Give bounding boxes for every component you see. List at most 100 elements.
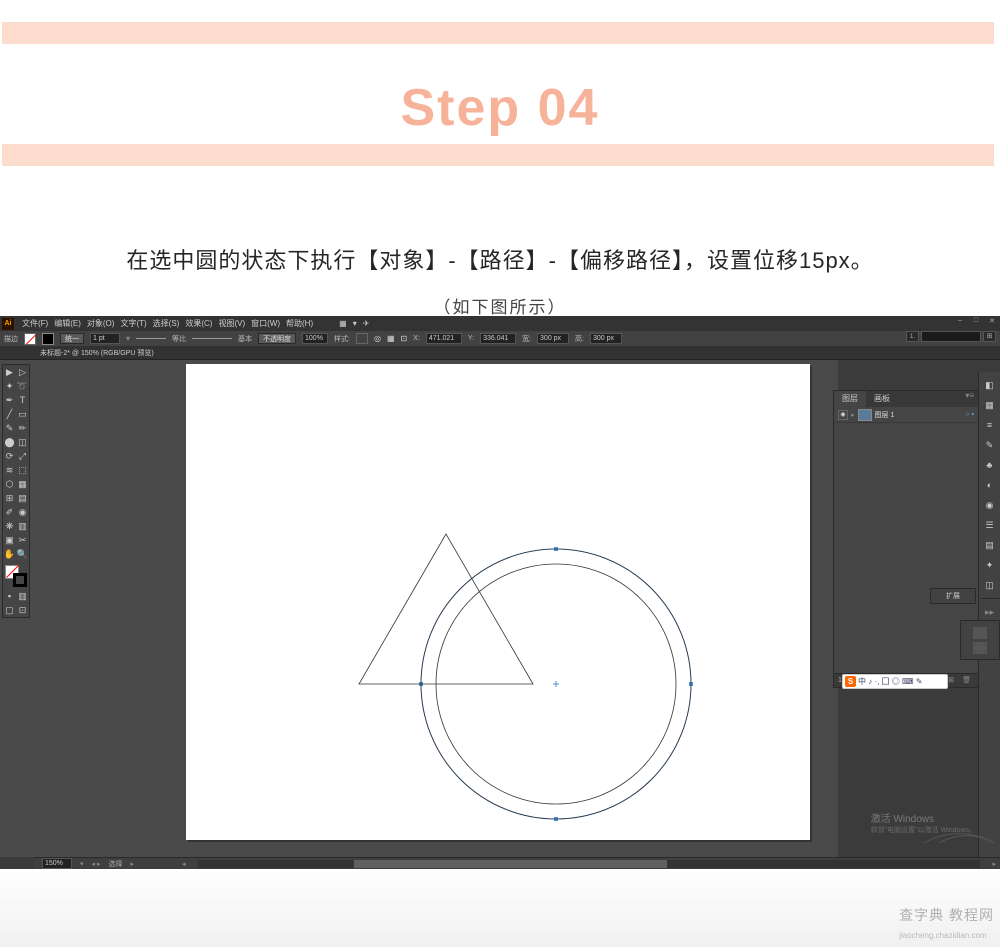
target-indicator-icon[interactable]: ○ ▪ — [965, 411, 974, 418]
menu-type[interactable]: 文字(T) — [120, 318, 146, 329]
transform-icon[interactable]: ▦ — [387, 334, 395, 343]
layer-name-label[interactable]: 图层 1 — [875, 410, 895, 420]
collapse-panel-icon[interactable]: ▸▸ — [983, 605, 997, 619]
pen-tool-icon[interactable]: ✒ — [3, 393, 16, 407]
menu-window[interactable]: 窗口(W) — [251, 318, 280, 329]
appearance-panel-icon[interactable]: ◉ — [983, 498, 997, 512]
artboard[interactable] — [186, 364, 810, 840]
brush-preview[interactable] — [136, 338, 166, 339]
maximize-button[interactable]: □ — [968, 316, 984, 326]
ime-toolbar[interactable]: S 中 ♪ ·, 囗 ◎ ⌨ ✎ — [842, 674, 948, 689]
gradient-mode-icon[interactable]: ▥ — [16, 589, 29, 603]
rotate-tool-icon[interactable]: ⟳ — [3, 449, 16, 463]
eraser-tool-icon[interactable]: ◫ — [16, 435, 29, 449]
reference-point-icon[interactable]: ⊡ — [401, 334, 408, 343]
blob-brush-tool-icon[interactable]: ⬤ — [3, 435, 16, 449]
mesh-tool-icon[interactable]: ⊞ — [3, 491, 16, 505]
graphic-styles-icon[interactable]: ☰ — [983, 518, 997, 532]
menu-help[interactable]: 帮助(H) — [286, 318, 313, 329]
panel-btn-2[interactable] — [973, 642, 987, 654]
blend-tool-icon[interactable]: ◉ — [16, 505, 29, 519]
pencil-tool-icon[interactable]: ✏ — [16, 421, 29, 435]
screen-mode-icon[interactable]: ▢ — [3, 603, 16, 617]
arrange-icon[interactable]: ▾ — [353, 319, 357, 328]
uniform-button[interactable]: 统一 — [60, 333, 84, 344]
search-field[interactable] — [921, 331, 981, 342]
color-panel-icon[interactable]: ◧ — [983, 378, 997, 392]
fill-swatch-none[interactable] — [24, 333, 36, 345]
minimize-button[interactable]: – — [952, 316, 968, 326]
brushes-panel-icon[interactable]: ✎ — [983, 438, 997, 452]
layer-row[interactable]: ◉ ▸ 图层 1 ○ ▪ — [834, 407, 978, 423]
brush-definition-preview[interactable] — [192, 338, 232, 339]
selection-tool-icon[interactable]: ▶ — [3, 365, 16, 379]
swatches-panel-icon[interactable]: ▦ — [983, 398, 997, 412]
menu-object[interactable]: 对象(O) — [87, 318, 115, 329]
perspective-icon[interactable]: ▦ — [16, 477, 29, 491]
bridge-icon[interactable]: ▦ — [339, 319, 347, 328]
opacity-input[interactable] — [302, 333, 328, 344]
transform-panel-icon[interactable]: ✦ — [983, 558, 997, 572]
ime-status-text[interactable]: 中 ♪ ·, 囗 ◎ ⌨ ✎ — [858, 676, 922, 687]
y-input[interactable] — [480, 333, 516, 344]
menu-select[interactable]: 选择(S) — [153, 318, 180, 329]
h-input[interactable] — [590, 333, 622, 344]
extra-panel-expand[interactable]: 扩展 — [930, 588, 976, 604]
gradient-tool-icon[interactable]: ▤ — [16, 491, 29, 505]
menu-file[interactable]: 文件(F) — [22, 318, 48, 329]
menu-effect[interactable]: 效果(C) — [185, 318, 212, 329]
change-screen-icon[interactable]: ⊡ — [16, 603, 29, 617]
align-icon[interactable]: ◎ — [374, 334, 381, 343]
x-input[interactable] — [426, 333, 462, 344]
arrange-docs-icon[interactable]: ⊞ — [983, 331, 996, 342]
pathfinder-panel-icon[interactable]: ◫ — [983, 578, 997, 592]
style-swatch[interactable] — [356, 333, 368, 344]
graph-tool-icon[interactable]: ▥ — [16, 519, 29, 533]
w-input[interactable] — [537, 333, 569, 344]
eyedropper-tool-icon[interactable]: ✐ — [3, 505, 16, 519]
scrollbar-horizontal[interactable] — [198, 860, 981, 868]
artboard-tool-icon[interactable]: ▣ — [3, 533, 16, 547]
stroke-indicator-icon[interactable] — [13, 573, 27, 587]
stroke-panel-icon[interactable]: ≡ — [983, 418, 997, 432]
scroll-left-icon[interactable]: ◂ — [182, 860, 186, 868]
menu-edit[interactable]: 编辑(E) — [54, 318, 81, 329]
align-panel-icon[interactable]: ▤ — [983, 538, 997, 552]
stroke-swatch-black[interactable] — [42, 333, 54, 345]
shape-builder-icon[interactable]: ⬡ — [3, 477, 16, 491]
color-mode-icon[interactable]: ▪ — [3, 589, 16, 603]
document-tab[interactable]: 未标题-2* @ 150% (RGB/GPU 预览) — [0, 346, 1000, 360]
tab-artboards[interactable]: 画板 — [866, 391, 898, 407]
width-tool-icon[interactable]: ≋ — [3, 463, 16, 477]
triangle-shape[interactable] — [359, 534, 533, 684]
tab-layers[interactable]: 图层 — [834, 391, 866, 407]
stroke-weight-input[interactable] — [90, 333, 120, 344]
cloud-icon[interactable]: ✈ — [363, 319, 370, 328]
scale-tool-icon[interactable]: ⤢ — [16, 449, 29, 463]
close-button[interactable]: ✕ — [984, 316, 1000, 326]
type-tool-icon[interactable]: T — [16, 393, 29, 407]
visibility-toggle-icon[interactable]: ◉ — [838, 410, 848, 420]
lasso-tool-icon[interactable]: ➰ — [16, 379, 29, 393]
panel-menu-icon[interactable]: ▾≡ — [965, 391, 974, 407]
symbol-spray-icon[interactable]: ❋ — [3, 519, 16, 533]
line-tool-icon[interactable]: ╱ — [3, 407, 16, 421]
zoom-tool-icon[interactable]: 🔍 — [16, 547, 29, 561]
search-size-icon[interactable]: 1. — [906, 331, 919, 342]
opacity-button[interactable]: 不透明度 — [258, 333, 296, 344]
free-transform-icon[interactable]: ⬚ — [16, 463, 29, 477]
hand-tool-icon[interactable]: ✋ — [3, 547, 16, 561]
fill-stroke-indicator[interactable] — [3, 563, 31, 589]
brush-tool-icon[interactable]: ✎ — [3, 421, 16, 435]
slice-tool-icon[interactable]: ✂ — [16, 533, 29, 547]
canvas-area[interactable] — [34, 364, 816, 847]
scroll-right-icon[interactable]: ▸ — [992, 860, 996, 868]
zoom-input[interactable] — [42, 858, 72, 869]
transparency-panel-icon[interactable]: ◐ — [983, 478, 997, 492]
magic-wand-tool-icon[interactable]: ✦ — [3, 379, 16, 393]
symbols-panel-icon[interactable]: ♣ — [983, 458, 997, 472]
rectangle-tool-icon[interactable]: ▭ — [16, 407, 29, 421]
panel-btn-1[interactable] — [973, 627, 987, 639]
direct-select-tool-icon[interactable]: ▷ — [16, 365, 29, 379]
menu-view[interactable]: 视图(V) — [218, 318, 245, 329]
